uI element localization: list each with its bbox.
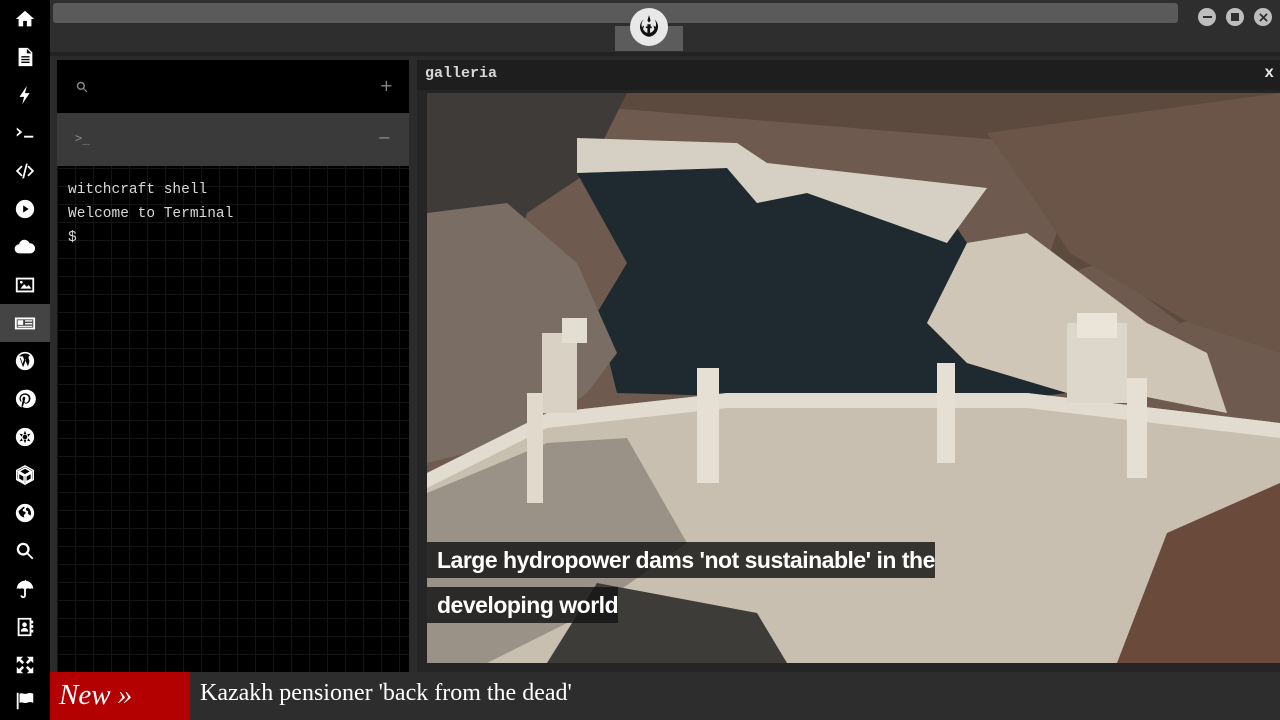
app-sidebar bbox=[0, 0, 50, 720]
new-badge: New » bbox=[50, 672, 190, 720]
close-window-button[interactable] bbox=[1254, 8, 1272, 26]
terminal-prompt[interactable]: $ bbox=[68, 226, 233, 250]
top-bar bbox=[50, 0, 1280, 52]
galleria-close-button[interactable]: x bbox=[1264, 64, 1274, 82]
rebel-alliance-logo-icon[interactable] bbox=[630, 8, 668, 46]
photo-caption[interactable]: Large hydropower dams 'not sustainable' … bbox=[427, 538, 947, 628]
galleria-header: galleria x bbox=[417, 60, 1280, 90]
play-icon[interactable] bbox=[0, 190, 50, 228]
terminal-line: Welcome to Terminal bbox=[68, 206, 234, 222]
search-icon bbox=[76, 81, 88, 93]
bolt-icon[interactable] bbox=[0, 76, 50, 114]
contacts-icon[interactable] bbox=[0, 608, 50, 646]
home-icon[interactable] bbox=[0, 0, 50, 38]
expand-icon[interactable] bbox=[0, 646, 50, 684]
terminal-output[interactable]: witchcraft shell Welcome to Terminal $ bbox=[68, 178, 233, 250]
wordpress-icon[interactable] bbox=[0, 342, 50, 380]
terminal-icon[interactable] bbox=[0, 114, 50, 152]
network-icon[interactable] bbox=[0, 456, 50, 494]
newspaper-icon[interactable] bbox=[0, 304, 50, 342]
terminal-search-bar[interactable]: + bbox=[57, 60, 409, 113]
globe-icon[interactable] bbox=[0, 494, 50, 532]
galleria-panel: galleria x Large hydropower dams 'not su… bbox=[417, 60, 1280, 672]
terminal-line: witchcraft shell bbox=[68, 182, 208, 198]
cloud-icon[interactable] bbox=[0, 228, 50, 266]
terminal-panel[interactable]: + >_ − witchcraft shell Welcome to Termi… bbox=[57, 60, 409, 672]
document-icon[interactable] bbox=[0, 38, 50, 76]
collapse-session-button[interactable]: − bbox=[378, 128, 391, 147]
top-divider bbox=[50, 52, 1280, 56]
caption-text: Large hydropower dams 'not sustainable' … bbox=[427, 542, 935, 623]
settings-wheel-icon[interactable] bbox=[0, 418, 50, 456]
minimize-button[interactable] bbox=[1198, 8, 1216, 26]
address-bar[interactable] bbox=[53, 3, 1178, 23]
new-session-button[interactable]: + bbox=[380, 76, 393, 95]
pinterest-icon[interactable] bbox=[0, 380, 50, 418]
terminal-session-tab[interactable]: >_ − bbox=[57, 113, 409, 166]
galleria-title: galleria bbox=[425, 65, 498, 82]
umbrella-icon[interactable] bbox=[0, 570, 50, 608]
gallery-photo[interactable]: Large hydropower dams 'not sustainable' … bbox=[427, 93, 1280, 663]
news-ticker: New » Kazakh pensioner 'back from the de… bbox=[50, 672, 1280, 720]
maximize-button[interactable] bbox=[1226, 8, 1244, 26]
search-icon[interactable] bbox=[0, 532, 50, 570]
image-icon[interactable] bbox=[0, 266, 50, 304]
prompt-icon: >_ bbox=[75, 131, 90, 145]
flag-icon[interactable] bbox=[0, 682, 50, 720]
code-icon[interactable] bbox=[0, 152, 50, 190]
ticker-headline[interactable]: Kazakh pensioner 'back from the dead' bbox=[200, 680, 572, 707]
